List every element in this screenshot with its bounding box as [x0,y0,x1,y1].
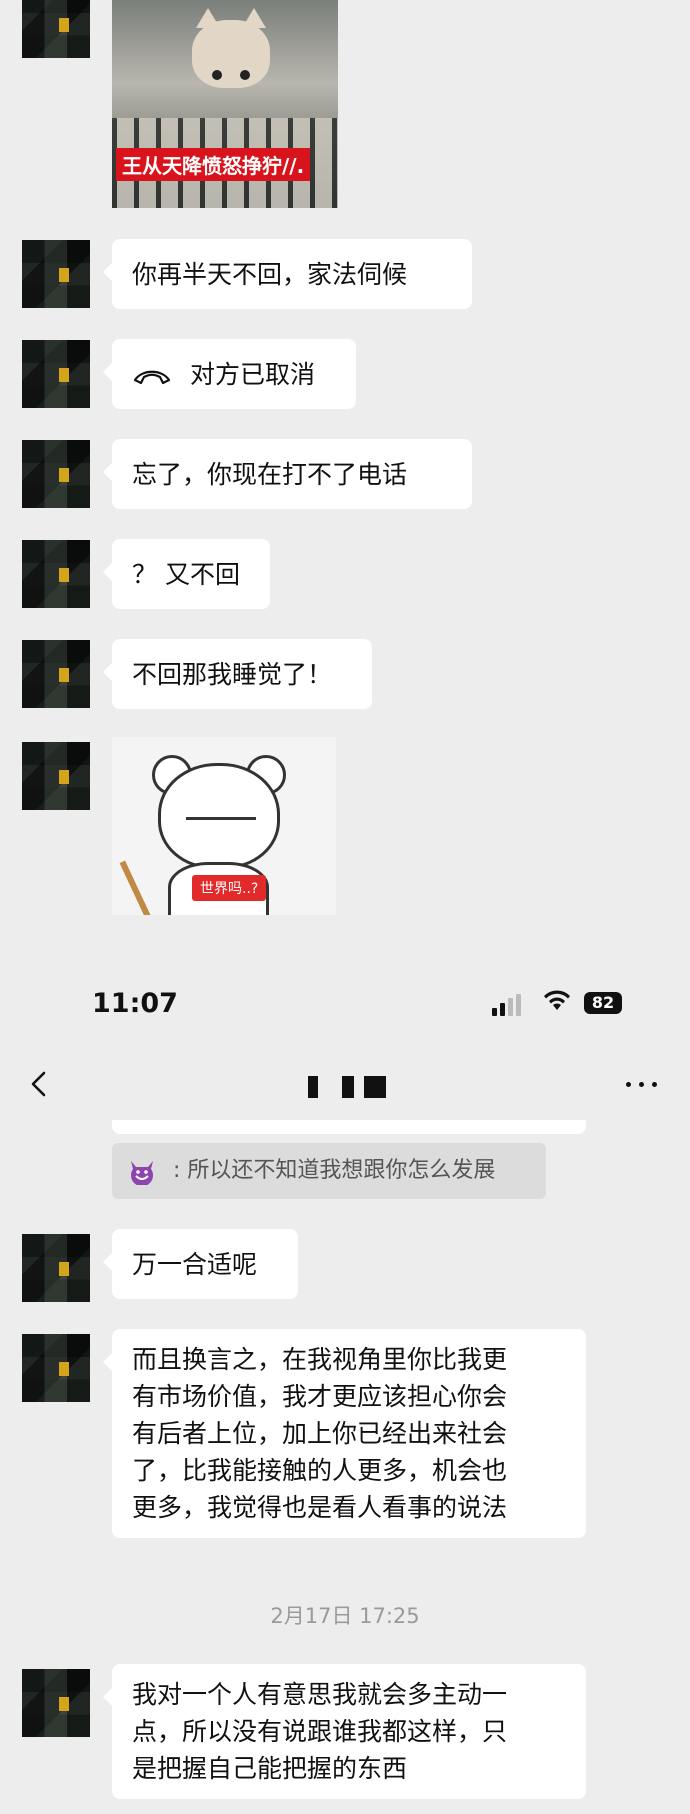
message-text: ？ 又不回 [132,560,240,589]
contact-avatar[interactable] [22,340,90,408]
stick-decoration [119,860,151,915]
image-caption: 王从天降愤怒挣狞//. [116,148,311,181]
message-bubble[interactable]: 你再半天不回，家法伺候 [103,239,472,309]
more-dots-icon[interactable] [624,1070,660,1098]
message-line: 而且换言之，在我视角里你比我更 [132,1345,508,1374]
message-line: 是把握自己能把握的东西 [132,1754,408,1783]
message-bubble[interactable]: 不回那我睡觉了！ [103,639,372,709]
battery-indicator: 82 [584,992,622,1014]
wifi-icon [544,990,570,1010]
kitten-eye [212,70,222,80]
contact-avatar[interactable] [22,440,90,508]
contact-avatar[interactable] [22,540,90,608]
kitten-figure [192,8,270,88]
chat-timestamp: 2月17日 17:25 [270,1604,420,1628]
message-text: 忘了，你现在打不了电话 [132,460,408,489]
quote-separator: : [173,1158,188,1183]
message-line: 有市场价值，我才更应该担心你会 [132,1382,508,1411]
contact-avatar[interactable] [22,1669,90,1737]
message-line: 我对一个人有意思我就会多主动一 [132,1680,508,1709]
chevron-left-icon[interactable] [26,1070,54,1098]
contact-avatar[interactable] [22,240,90,308]
message-bubble-partial[interactable] [112,1120,586,1134]
bear-head [158,763,280,869]
contact-avatar[interactable] [22,1234,90,1302]
sticker-caption: 世界吗..? [192,875,267,901]
message-bubble[interactable]: 而且换言之，在我视角里你比我更 有市场价值，我才更应该担心你会 有后者上位，加上… [103,1329,586,1538]
message-line: 点，所以没有说跟谁我都这样，只 [132,1717,508,1746]
contact-avatar[interactable] [22,742,90,810]
bear-eyes [186,817,256,822]
quoted-message[interactable]: : 所以还不知道我想跟你怎么发展 [112,1143,546,1199]
quote-text: 所以还不知道我想跟你怎么发展 [187,1158,496,1183]
message-bubble[interactable]: 万一合适呢 [103,1229,298,1299]
message-text: 你再半天不回，家法伺候 [132,260,408,289]
chat-title-redacted [308,1076,388,1098]
message-line: 更多，我觉得也是看人看事的说法 [132,1493,508,1522]
message-bubble[interactable]: 我对一个人有意思我就会多主动一 点，所以没有说跟谁我都这样，只 是把握自己能把握… [103,1664,586,1799]
status-time: 11:07 [92,988,178,1019]
sticker-message-bear[interactable]: 世界吗..? [112,737,336,915]
phone-hangup-icon [133,370,171,385]
smiling-devil-emoji-icon [131,1161,153,1185]
message-text: 不回那我睡觉了！ [132,660,333,689]
kitten-eye [240,70,250,80]
message-line: 了，比我能接触的人更多，机会也 [132,1456,508,1485]
message-text: 万一合适呢 [132,1250,258,1279]
cellular-signal-icon [492,994,524,1016]
image-message-kitten[interactable]: 王从天降愤怒挣狞//. [112,0,338,208]
message-line: 有后者上位，加上你已经出来社会 [132,1419,508,1448]
call-status-text: 对方已取消 [189,360,315,389]
contact-avatar[interactable] [22,0,90,58]
message-bubble[interactable]: 忘了，你现在打不了电话 [103,439,472,509]
contact-avatar[interactable] [22,1334,90,1402]
message-bubble[interactable]: ？ 又不回 [103,539,270,609]
call-bubble[interactable]: 对方已取消 [103,339,356,409]
contact-avatar[interactable] [22,640,90,708]
